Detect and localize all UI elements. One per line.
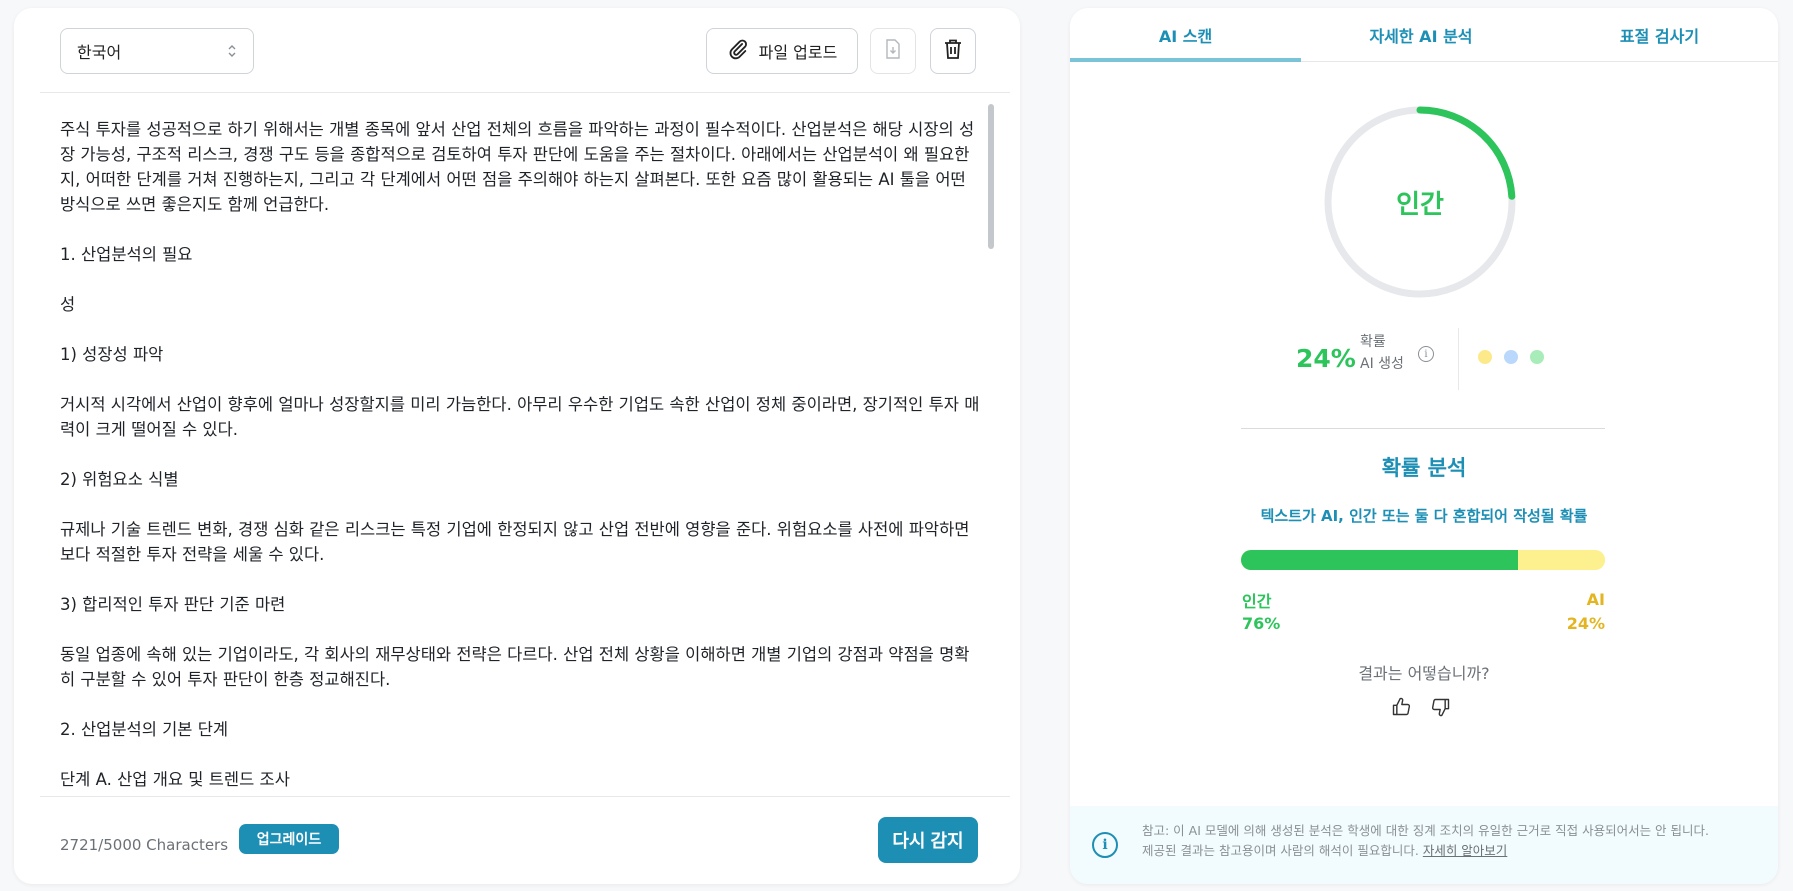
- language-select[interactable]: 한국어: [60, 28, 254, 74]
- feedback-question: 결과는 어떻습니까?: [1358, 664, 1490, 683]
- tab-detailed-ai-analysis[interactable]: 자세한 AI 분석: [1301, 8, 1541, 62]
- download-file-icon: [884, 39, 902, 63]
- text-paragraph: 거시적 시각에서 산업이 향후에 얼마나 성장할지를 미리 가늠한다. 아무리 …: [60, 395, 980, 439]
- text-input-area[interactable]: 주식 투자를 성공적으로 하기 위해서는 개별 종목에 앞서 산업 전체의 흐름…: [40, 93, 1000, 793]
- ai-percent: 24%: [1296, 344, 1356, 373]
- trash-icon: [944, 39, 962, 63]
- tab-ai-scan[interactable]: AI 스캔: [1070, 8, 1301, 62]
- result-tabs: AI 스캔 자세한 AI 분석 표절 검사기: [1070, 8, 1778, 62]
- probability-label-line1: 확률: [1360, 334, 1386, 350]
- redetect-button[interactable]: 다시 감지: [878, 817, 978, 863]
- disclaimer-line1: 참고: 이 AI 모델에 의해 생성된 분석은 학생에 대한 징계 조치의 유일…: [1142, 823, 1709, 838]
- chevron-updown-icon: [227, 44, 237, 58]
- human-percent: 76%: [1242, 614, 1281, 633]
- text-paragraph: 2. 산업분석의 기본 단계: [60, 720, 229, 739]
- ai-label: AI: [1586, 590, 1605, 609]
- probability-bar-human: [1241, 550, 1518, 570]
- upgrade-button[interactable]: 업그레이드: [239, 824, 339, 854]
- text-paragraph: 규제나 기술 트렌드 변화, 경쟁 심화 같은 리스크는 특정 기업에 한정되지…: [60, 520, 975, 564]
- disclaimer-text: 참고: 이 AI 모델에 의해 생성된 분석은 학생에 대한 징계 조치의 유일…: [1142, 821, 1762, 861]
- ai-percent-bar: 24%: [1566, 614, 1605, 633]
- editor-divider-bottom: [40, 796, 1010, 797]
- text-paragraph: 주식 투자를 성공적으로 하기 위해서는 개별 종목에 앞서 산업 전체의 흐름…: [60, 120, 975, 214]
- file-upload-label: 파일 업로드: [758, 43, 838, 62]
- probability-analysis-title: 확률 분석: [1381, 456, 1467, 480]
- text-paragraph: 3) 합리적인 투자 판단 기준 마련: [60, 595, 286, 614]
- text-paragraph: 1) 성장성 파악: [60, 345, 164, 364]
- character-count: 2721/5000 Characters: [60, 836, 229, 854]
- info-icon: i: [1092, 832, 1118, 858]
- text-paragraph: 1. 산업분석의 필요: [60, 245, 193, 264]
- scrollbar-thumb[interactable]: [988, 104, 994, 249]
- editor-scrollbar[interactable]: [986, 96, 996, 792]
- probability-label: 확률 AI 생성: [1360, 331, 1404, 375]
- learn-more-link[interactable]: 자세히 알아보기: [1423, 843, 1507, 858]
- text-paragraph: 단계 A. 산업 개요 및 트렌드 조사: [60, 770, 290, 789]
- text-paragraph: 성: [60, 295, 76, 314]
- legend-dot-yellow: [1478, 350, 1492, 364]
- verdict-label: 인간: [1396, 189, 1444, 220]
- download-button[interactable]: [870, 28, 916, 74]
- probability-label-line2: AI 생성: [1360, 356, 1404, 372]
- thumbs-up-icon[interactable]: [1388, 694, 1414, 720]
- language-value: 한국어: [77, 43, 122, 62]
- results-panel: AI 스캔 자세한 AI 분석 표절 검사기 인간 24% 확률 AI 생성 i…: [1070, 8, 1778, 884]
- human-label: 인간: [1242, 592, 1272, 611]
- probability-analysis-subtitle: 텍스트가 AI, 인간 또는 둘 다 혼합되어 작성될 확률: [1260, 507, 1588, 525]
- probability-bar-ai: [1517, 550, 1605, 570]
- delete-button[interactable]: [930, 28, 976, 74]
- disclaimer-notice: i 참고: 이 AI 모델에 의해 생성된 분석은 학생에 대한 징계 조치의 …: [1070, 806, 1778, 884]
- vertical-divider: [1458, 328, 1459, 390]
- text-paragraph: 2) 위험요소 식별: [60, 470, 179, 489]
- editor-panel: 한국어 파일 업로드 주식 투자를 성공적으로 하기 위해서는 개별 종목에 앞…: [14, 8, 1020, 884]
- text-paragraph: 동일 업종에 속해 있는 기업이라도, 각 회사의 재무상태와 전략은 다르다.…: [60, 645, 970, 689]
- legend-dot-blue: [1504, 350, 1518, 364]
- tab-plagiarism-checker[interactable]: 표절 검사기: [1541, 8, 1778, 62]
- disclaimer-line2: 제공된 결과는 참고용이며 사람의 해석이 필요합니다.: [1142, 843, 1419, 858]
- info-icon[interactable]: i: [1418, 346, 1434, 362]
- paperclip-icon: [727, 38, 749, 64]
- thumbs-down-icon[interactable]: [1428, 694, 1454, 720]
- section-divider: [1241, 428, 1605, 429]
- file-upload-button[interactable]: 파일 업로드: [706, 28, 858, 74]
- legend-dot-green: [1530, 350, 1544, 364]
- disclaimer-line2-wrap: 제공된 결과는 참고용이며 사람의 해석이 필요합니다. 자세히 알아보기: [1142, 841, 1762, 861]
- active-tab-indicator: [1070, 58, 1301, 62]
- probability-bar: [1241, 550, 1605, 570]
